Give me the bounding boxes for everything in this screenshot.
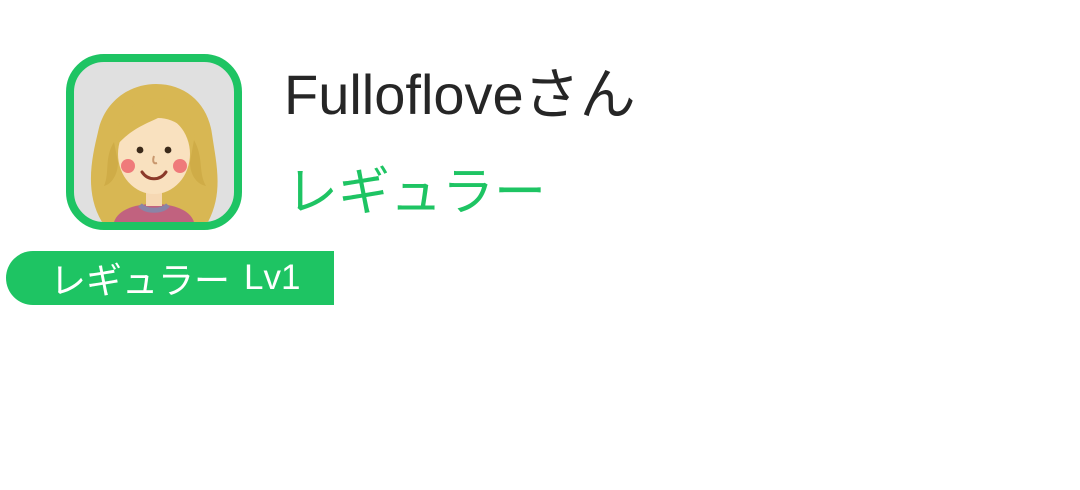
level-badge-level: Lv1: [244, 258, 301, 297]
level-badge-rank: レギュラー: [50, 261, 231, 302]
rank-label: レギュラー: [286, 163, 547, 223]
avatar[interactable]: [66, 54, 242, 230]
girl-avatar-icon: [90, 84, 218, 222]
user-profile-header: レギュラー Lv1 Fullofloveさん レギュラー: [0, 0, 1080, 490]
level-badge: レギュラー Lv1: [6, 251, 334, 305]
user-name: Fullofloveさん: [284, 63, 636, 126]
